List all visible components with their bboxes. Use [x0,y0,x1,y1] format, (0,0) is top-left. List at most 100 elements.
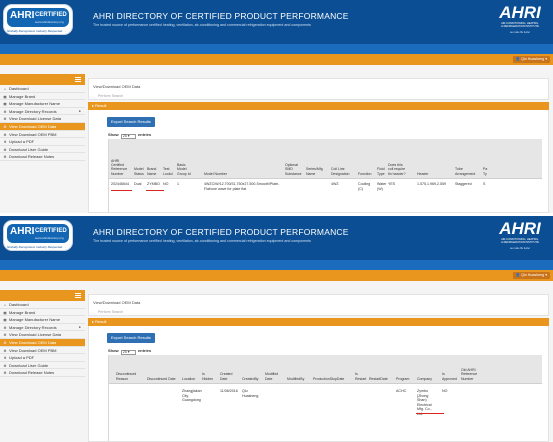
sidebar-item-dashboard[interactable]: ⌂ Dashboard [0,301,85,309]
show-label: Show [108,132,119,137]
chevron-right-icon: ▸ [92,103,95,108]
sidebar-item-manage-brand[interactable]: ▦ Manage Brand [0,93,85,101]
sidebar-item-label: View Download OEM Data [9,339,57,345]
logo-certified-text: CERTIFIED [35,12,67,18]
sidebar-item-manage-manufacturer-name[interactable]: ▦ Manage Manufacturer Name [0,316,85,324]
sidebar-item-label: Download User Guide [9,362,49,368]
page-subtitle: The trusted source of performance certif… [93,239,311,243]
column-header[interactable]: Header [417,172,445,176]
column-header[interactable]: Is Approved [442,372,457,381]
column-header[interactable]: Company [417,377,437,381]
ahri-brand-logo: AHRI AIR-CONDITIONING, HEATING, & REFRIG… [497,4,543,36]
sidebar-item-view-download-license-data[interactable]: ⚙ View Download License Data [0,331,85,339]
sidebar-item-label: View Download OEM PBM [9,347,57,353]
column-header[interactable]: RestartDate [369,377,391,381]
table-cell: 4WZC/W/12.700/31.750x27.500-Smooth/Plate… [204,182,280,191]
export-search-results-button[interactable]: Export Search Results [107,117,155,127]
table-cell: 1.575,1.969,2.559 [417,182,446,186]
menu-toggle-icon[interactable] [75,293,81,298]
column-header[interactable]: Is Restart [355,372,366,381]
column-header[interactable]: Is Hidden [202,372,215,381]
sidebar-item-download-user-guide[interactable]: ⚙ Download User Guide [0,146,85,154]
result-panel-header[interactable]: ▸ Result [88,102,549,110]
column-header[interactable]: Optional SMD Substance [285,163,305,176]
column-header[interactable]: Pa Ty [483,167,491,176]
user-bar: 👤 Qiu Huasheng ▾ [0,270,553,281]
sidebar-item-download-release-notes[interactable]: ⚙ Download Release Notes [0,369,85,377]
sidebar-item-view-download-oem-pbm[interactable]: ⚙ View Download OEM PBM [0,131,85,139]
sidebar-item-view-download-oem-data[interactable]: ⚙ View Download OEM Data [0,338,85,347]
page-title: AHRI DIRECTORY OF CERTIFIED PRODUCT PERF… [93,227,349,237]
column-header[interactable]: Does this coil require fin header? [388,163,406,176]
sidebar-item-dashboard[interactable]: ⌂ Dashboard [0,85,85,93]
breadcrumb[interactable]: View/Download OEM Data [93,300,140,305]
column-header[interactable]: Function [358,172,374,176]
column-header[interactable]: Test Lookd [163,167,176,176]
column-header[interactable]: AHRI Certified Reference Number [111,159,131,176]
page-title: AHRI DIRECTORY OF CERTIFIED PRODUCT PERF… [93,11,349,21]
column-header[interactable]: Location [182,377,202,381]
perform-search-toggle[interactable]: Perform Search [98,94,123,98]
download-icon: ⚙ [3,371,7,376]
ahri-certified-logo[interactable]: AHRI CERTIFIED www.ahridirectory.org Glo… [3,4,73,35]
column-header[interactable]: Modified Date [265,372,279,381]
result-panel-header[interactable]: ▸ Result [88,318,549,326]
user-menu-button[interactable]: 👤 Qiu Huasheng ▾ [512,272,550,279]
table-cell: ZYMBO [147,182,160,186]
column-header[interactable]: Program [396,377,414,381]
ahri-certified-logo[interactable]: AHRI CERTIFIED www.ahridirectory.org Glo… [3,220,73,251]
column-header[interactable]: Coil Line Designation [331,167,353,176]
user-icon: 👤 [515,273,521,277]
column-header[interactable]: Series/Mfg Name [306,167,328,176]
sidebar-item-upload-a-pdf[interactable]: ⬆ Upload a PDF [0,354,85,362]
column-header[interactable]: Tube Arrangement [455,167,477,176]
column-header[interactable]: ProductionStopDate [313,377,349,381]
logo-ahri-text: AHRI [10,10,35,21]
logo-tagline: Globally Recognized. Industry Respected. [7,29,63,33]
sidebar-item-view-download-oem-pbm[interactable]: ⚙ View Download OEM PBM [0,347,85,355]
perform-search-toggle[interactable]: Perform Search [98,310,123,314]
user-name: Qiu Huasheng [521,57,545,61]
brand-line-2: & REFRIGERATION INSTITUTE [501,241,539,245]
menu-toggle-icon[interactable] [75,77,81,82]
site-header: AHRI CERTIFIED www.ahridirectory.org Glo… [0,0,553,44]
column-header[interactable]: Fluid Type [377,167,387,176]
sidebar-item-manage-manufacturer-name[interactable]: ▦ Manage Manufacturer Name [0,100,85,108]
column-header[interactable]: Basic Model Group Id [177,163,191,176]
sidebar: ⌂ Dashboard ▦ Manage Brand ▦ Manage Manufactu… [0,290,85,442]
highlight-underline [111,190,132,191]
column-header[interactable]: Discontinued Reason [116,372,138,381]
sidebar-item-download-user-guide[interactable]: ⚙ Download User Guide [0,362,85,370]
sidebar-item-download-release-notes[interactable]: ⚙ Download Release Notes [0,153,85,161]
logo-ahri-text: AHRI [10,226,35,237]
sidebar-item-label: Dashboard [9,86,29,91]
table-cell: NO [442,389,448,393]
table-header-row: Discontinued Reason Discontinued Date Loca… [109,355,542,384]
export-search-results-button[interactable]: Export Search Results [107,333,155,343]
sidebar-item-manage-brand[interactable]: ▦ Manage Brand [0,309,85,317]
brand-line-2: & REFRIGERATION INSTITUTE [501,25,539,29]
site-header: AHRI CERTIFIED www.ahridirectory.org Glo… [0,216,553,260]
sidebar-item-manage-directory-records[interactable]: ⚙ Manage Directory Records ▸ [0,108,85,116]
breadcrumb[interactable]: View/Download OEM Data [93,84,140,89]
sidebar-item-view-download-oem-data[interactable]: ⚙ View Download OEM Data [0,122,85,131]
column-header[interactable]: Discontinued Date [147,377,177,381]
sidebar-item-upload-a-pdf[interactable]: ⬆ Upload a PDF [0,138,85,146]
result-label: Result [95,103,107,108]
download-icon: ⚙ [3,155,7,160]
column-header[interactable]: ModifiedBy [287,377,307,381]
column-header[interactable]: Created Date [220,372,235,381]
sidebar-item-label: Download User Guide [9,146,49,152]
column-header[interactable]: Brand Name [147,167,163,176]
column-header[interactable]: Model Number [204,172,284,176]
sidebar-item-manage-directory-records[interactable]: ⚙ Manage Directory Records ▸ [0,324,85,332]
results-table: AHRI Certified Reference Number Model Sta… [108,139,542,212]
column-header[interactable]: Old AHRI Reference Number [461,368,483,381]
table-cell: Zhangjiakan City, Guangdong [182,389,202,403]
column-header[interactable]: CreatedBy [242,377,260,381]
sidebar-item-view-download-license-data[interactable]: ⚙ View Download License Data [0,115,85,123]
column-header[interactable]: Model Status [134,167,146,176]
screenshot-2: AHRI CERTIFIED www.ahridirectory.org Glo… [0,216,553,442]
user-menu-button[interactable]: 👤 Qiu Huasheng ▾ [512,56,550,63]
sidebar-item-label: Manage Manufacturer Name [9,101,60,107]
